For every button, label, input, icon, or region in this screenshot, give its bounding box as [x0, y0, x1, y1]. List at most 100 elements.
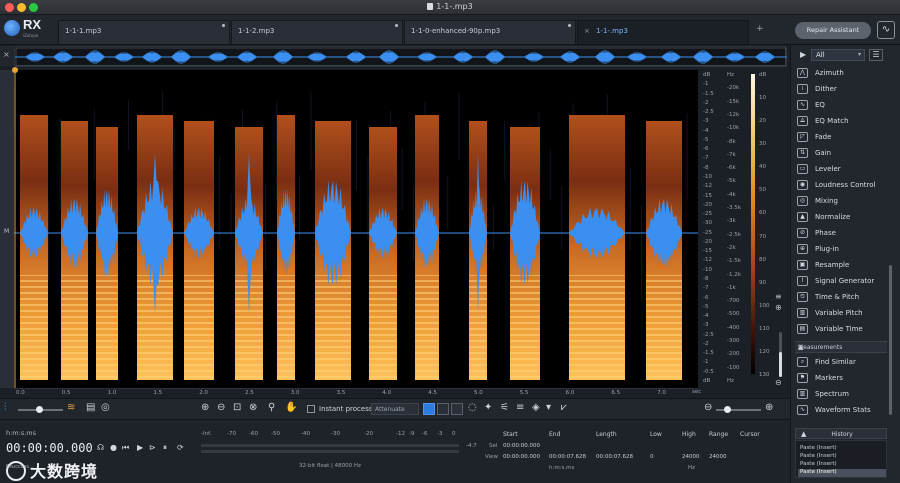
close-tab-icon[interactable] [568, 24, 571, 27]
zoom-selection-icon[interactable]: ⊡ [233, 402, 241, 413]
module-item[interactable]: ⋀ Azimuth [797, 66, 885, 81]
zoom-tool-icon[interactable]: ⚲ [268, 402, 275, 413]
playhead-marker[interactable] [12, 67, 18, 73]
history-item[interactable]: Paste (Insert) [798, 453, 886, 461]
zoom-in-icon[interactable]: ⊕ [201, 402, 209, 413]
slider-handle[interactable] [724, 406, 731, 413]
time-selection-tool-icon[interactable] [423, 403, 435, 415]
eraser-tool-icon[interactable]: ◈ [532, 402, 540, 413]
zoom-fit-icon[interactable]: ⊗ [249, 402, 257, 413]
module-item[interactable]: ⟁ EQ Match [797, 114, 885, 129]
spectrogram-display[interactable] [14, 70, 698, 388]
magic-wand-tool-icon[interactable]: ✦ [484, 402, 492, 413]
collapse-icon[interactable]: ⨯ [3, 50, 10, 59]
instant-process-checkbox[interactable] [307, 405, 315, 413]
measurement-item[interactable]: ⚑ Markers [797, 371, 885, 386]
rewind-button[interactable]: ⏮ [122, 443, 129, 453]
collapse-up-icon[interactable]: ▲ [798, 343, 883, 351]
close-tab-icon[interactable] [222, 24, 225, 27]
measurement-item[interactable]: ⌕ Find Similar [797, 355, 885, 370]
play-button[interactable]: ▶ [137, 443, 143, 452]
history-header[interactable]: ▲ History [795, 428, 887, 439]
module-item[interactable]: ∿ EQ [797, 98, 885, 113]
file-tab[interactable]: 1-1-2.mp3 [231, 20, 403, 44]
time-frequency-selection-tool-icon[interactable] [451, 403, 463, 415]
timeline-ruler[interactable] [14, 388, 698, 398]
module-item[interactable]: ⊘ Phase [797, 226, 885, 241]
overview-waveform-burst [453, 51, 473, 63]
history-item[interactable]: Paste (Insert) [798, 461, 886, 469]
slider-handle[interactable] [36, 406, 43, 413]
hz-tick: Hz [727, 72, 735, 78]
file-tab[interactable]: 1-1-1.mp3 [58, 20, 230, 44]
module-item[interactable]: ▥ Variable Pitch [797, 306, 885, 321]
harmonic-select-tool-icon[interactable]: ⚟ [500, 402, 509, 413]
instant-process-mode-select[interactable]: Attenuate [371, 403, 419, 415]
module-filter-select[interactable]: All ▾ [811, 49, 865, 61]
spectrogram-settings-icon[interactable]: ▤ [86, 402, 95, 413]
vertical-fit-icon[interactable]: ≡ [775, 292, 782, 301]
close-tab-icon[interactable] [395, 24, 398, 27]
speech-segment [20, 115, 48, 380]
izotope-brand-icon[interactable]: ∿ [877, 21, 895, 39]
hand-tool-icon[interactable]: ✋ [285, 402, 297, 413]
pause-button[interactable]: ⏸ [163, 443, 167, 453]
module-item[interactable]: ⇅ Gain [797, 146, 885, 161]
module-item[interactable]: ⌇ Signal Generator [797, 274, 885, 289]
horizontal-zoom-out-icon[interactable]: ⊖ [704, 402, 712, 413]
zoom-out-icon[interactable]: ⊖ [217, 402, 225, 413]
close-tab-icon[interactable]: × [584, 27, 590, 35]
module-item[interactable]: ◸ Fade [797, 130, 885, 145]
loop-button[interactable]: ⟳ [177, 443, 184, 452]
measurements-header[interactable]: Measurements ▲ [795, 341, 887, 353]
tool-options-chevron-icon[interactable]: ▾ [546, 402, 551, 413]
play-selection-button[interactable]: ⊳ [149, 443, 156, 452]
measurement-item[interactable]: ▥ Spectrum [797, 387, 885, 402]
module-item[interactable]: ▣ Resample [797, 258, 885, 273]
measurement-item[interactable]: ∿ Waveform Stats [797, 403, 885, 418]
horizontal-zoom-in-icon[interactable]: ⊕ [765, 402, 773, 413]
waveform-overview[interactable] [14, 46, 787, 67]
file-tab[interactable]: 1-1-0-enhanced-90p.mp3 [404, 20, 576, 44]
module-item[interactable]: ⊕ Plug-in [797, 242, 885, 257]
time-format-select[interactable]: h:m:s.ms [6, 429, 36, 437]
brush-tool-icon[interactable]: ≡ [516, 402, 524, 413]
module-preview-icon[interactable]: ▶ [800, 50, 806, 59]
headphones-icon[interactable]: ☊ [97, 443, 104, 452]
db-tick: -2.5 [703, 331, 714, 338]
add-tab-icon[interactable]: + [756, 24, 764, 34]
history-list[interactable]: Paste (Insert) Paste (Insert) Paste (Inser… [795, 440, 887, 478]
module-item[interactable]: ◉ Loudness Control [797, 178, 885, 193]
module-label: Normalize [815, 213, 851, 221]
fade-tool-icon[interactable]: ⩗ [561, 402, 567, 413]
waveform-view-icon[interactable]: ⫶ [4, 402, 7, 413]
vertical-zoom-out-icon[interactable]: ⊖ [775, 378, 782, 387]
module-item[interactable]: ▲ Normalize [797, 210, 885, 225]
db-tick: -1 [703, 81, 709, 88]
info-column-header: Start [503, 431, 518, 438]
module-item[interactable]: ◎ Mixing [797, 194, 885, 209]
history-item[interactable]: Paste (Insert) [798, 469, 886, 477]
vertical-zoom-in-icon[interactable]: ⊕ [775, 303, 782, 312]
hz-tick: -1.5k [727, 258, 741, 265]
module-panel-scrollbar[interactable] [889, 265, 892, 415]
frequency-selection-tool-icon[interactable] [437, 403, 449, 415]
overview-collapse[interactable]: ⨯ [0, 46, 14, 66]
record-button[interactable]: ● [110, 443, 117, 452]
speech-segment [469, 121, 487, 380]
repair-assistant-button[interactable]: Repair Assistant [795, 22, 871, 39]
module-item[interactable]: ⏲ Time & Pitch [797, 290, 885, 305]
module-item[interactable]: ▭ Leveler [797, 162, 885, 177]
hz-tick: -3k [727, 218, 736, 225]
db-tick: -7 [703, 285, 709, 292]
waveform-settings-icon[interactable]: ◎ [101, 402, 110, 413]
spectrogram-view-icon[interactable]: ≋ [67, 402, 75, 413]
lasso-tool-icon[interactable]: ◌ [468, 402, 477, 413]
module-item[interactable]: ▤ Variable Time [797, 322, 885, 337]
file-tab-active[interactable]: × 1-1-.mp3 [577, 20, 749, 44]
module-label: Time & Pitch [815, 293, 860, 301]
module-list-menu-icon[interactable]: ☰ [869, 49, 883, 61]
horizontal-zoom-slider[interactable] [716, 409, 761, 411]
module-item[interactable]: ⁞ Dither [797, 82, 885, 97]
history-item[interactable]: Paste (Insert) [798, 445, 886, 453]
